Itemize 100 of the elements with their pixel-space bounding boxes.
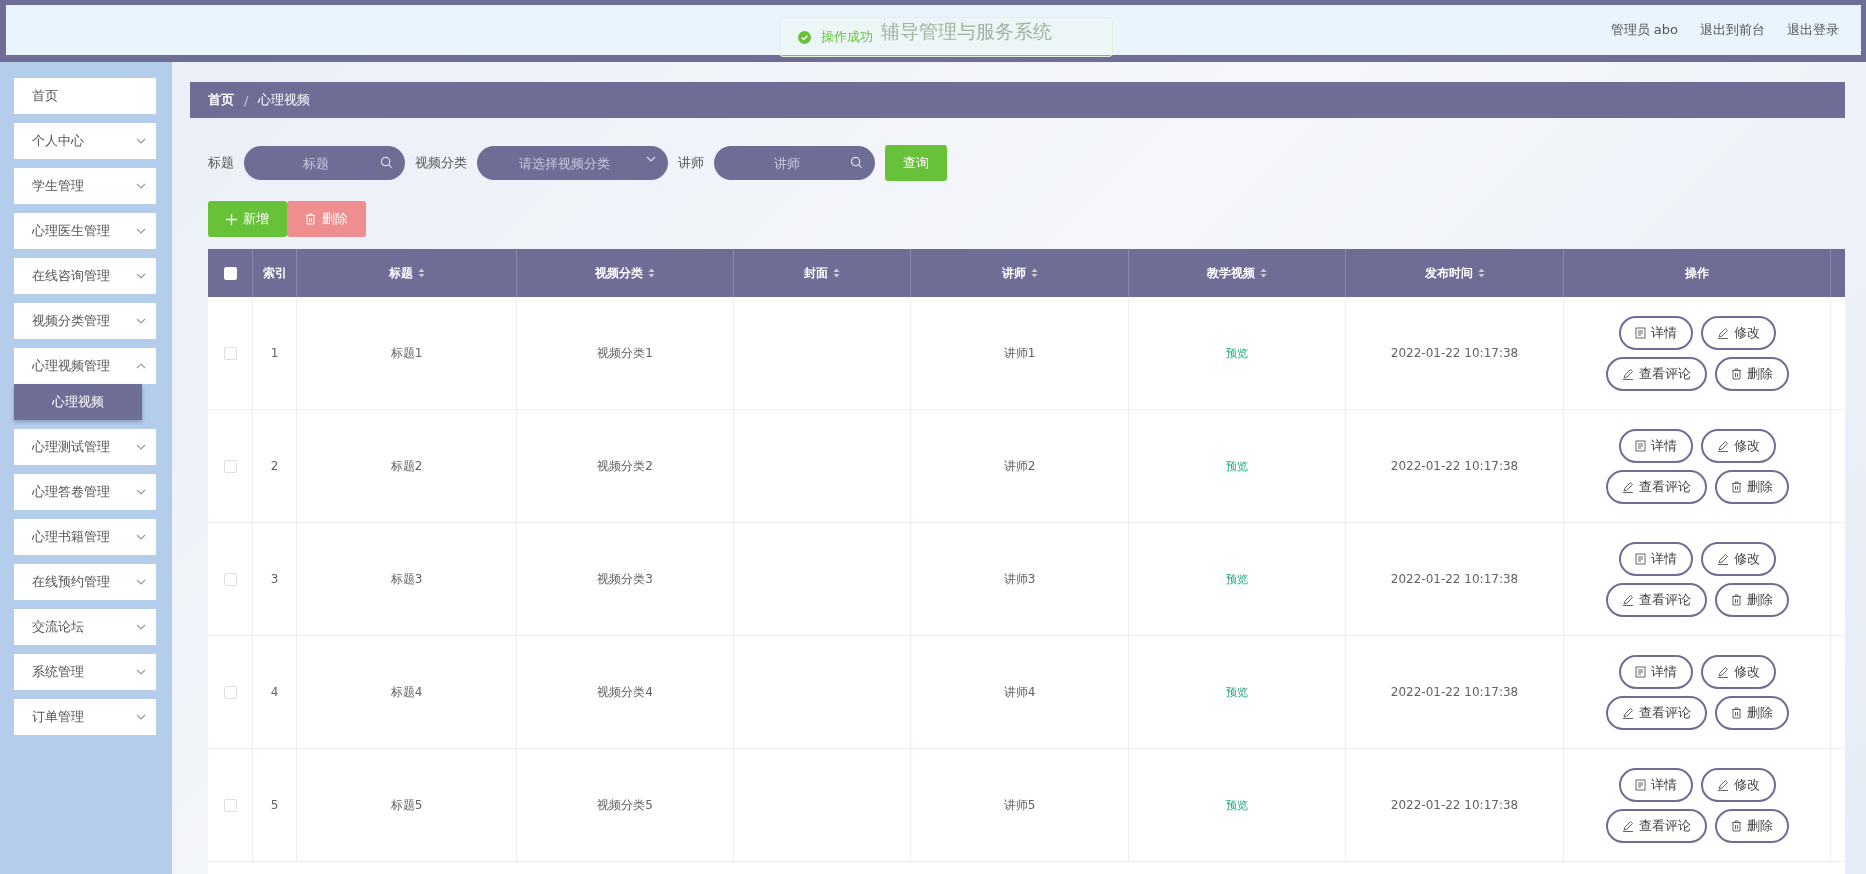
breadcrumb-separator: / (244, 92, 249, 108)
delete-button[interactable]: 删除 (1714, 356, 1789, 391)
header-link[interactable]: 退出到前台 (1700, 21, 1765, 39)
chevron-icon (136, 183, 146, 189)
table-cell: 讲师2 (911, 410, 1129, 522)
sidebar-item[interactable]: 系统管理 (14, 654, 156, 690)
detail-button[interactable]: 详情 (1618, 428, 1693, 463)
sortable-column-header[interactable]: 标题 (388, 264, 425, 282)
chevron-icon (136, 138, 146, 144)
comment-button[interactable]: 查看评论 (1605, 356, 1707, 391)
document-icon (1634, 665, 1646, 678)
table-cell: 视频分类4 (517, 636, 734, 748)
sortable-column-header[interactable]: 封面 (804, 264, 840, 282)
sidebar-item[interactable]: 学生管理 (14, 168, 156, 204)
check-circle-icon (798, 30, 811, 44)
table-cell: 视频分类3 (517, 523, 734, 635)
sidebar-item[interactable]: 视频分类管理 (14, 303, 156, 339)
select-all-checkbox[interactable] (223, 266, 237, 280)
sidebar-item[interactable]: 在线咨询管理 (14, 258, 156, 294)
chevron-icon (136, 318, 146, 324)
sidebar-item[interactable]: 交流论坛 (14, 609, 156, 645)
edit-button[interactable]: 修改 (1700, 428, 1776, 463)
chevron-icon (136, 363, 146, 369)
pencil-icon (1716, 778, 1729, 791)
trash-icon (1730, 706, 1742, 719)
sidebar-item[interactable]: 心理测试管理 (14, 429, 156, 465)
sidebar-item[interactable]: 心理医生管理 (14, 213, 156, 249)
chevron-icon (136, 489, 146, 495)
comment-button[interactable]: 查看评论 (1605, 469, 1707, 504)
sortable-column-header[interactable]: 讲师 (1001, 264, 1038, 282)
sort-icon[interactable] (648, 268, 655, 278)
delete-button[interactable]: 删除 (1714, 582, 1789, 617)
table-cell: 讲师1 (911, 297, 1129, 409)
edit-button[interactable]: 修改 (1700, 315, 1776, 350)
comment-button[interactable]: 查看评论 (1605, 695, 1707, 730)
sort-icon[interactable] (1260, 268, 1267, 278)
detail-button[interactable]: 详情 (1618, 654, 1693, 689)
sidebar-item[interactable]: 订单管理 (14, 699, 156, 735)
filter-label: 视频分类 (414, 154, 467, 172)
edit-button[interactable]: 修改 (1700, 541, 1776, 576)
search-icon (849, 156, 863, 169)
table-cell: 2 (253, 410, 297, 522)
sort-icon[interactable] (417, 268, 425, 278)
row-checkbox[interactable] (223, 572, 237, 586)
edit-button[interactable]: 修改 (1700, 767, 1776, 802)
row-checkbox[interactable] (223, 346, 237, 360)
delete-button[interactable]: 删除 (1714, 469, 1789, 504)
sidebar-item[interactable]: 个人中心 (14, 123, 156, 159)
table-cell: 标题3 (297, 523, 517, 635)
table-cell: 标题1 (297, 297, 517, 409)
trash-icon (1730, 480, 1742, 493)
delete-button[interactable]: 删除 (1714, 808, 1789, 843)
table-cell: 标题5 (297, 749, 517, 861)
search-field[interactable]: 标题 (244, 146, 405, 180)
edit-button[interactable]: 修改 (1700, 654, 1776, 689)
sort-icon[interactable] (833, 268, 840, 278)
filter-label: 讲师 (678, 154, 705, 172)
pencil-icon (1716, 439, 1729, 452)
detail-button[interactable]: 详情 (1618, 541, 1693, 576)
table-cell: 2022-01-22 10:17:38 (1346, 636, 1564, 748)
sidebar-subitem[interactable]: 心理视频 (14, 384, 142, 420)
sidebar-item[interactable]: 首页 (14, 78, 156, 114)
table-cell: 2022-01-22 10:17:38 (1346, 523, 1564, 635)
table-cell: 视频分类5 (517, 749, 734, 861)
row-checkbox[interactable] (223, 459, 237, 473)
trash-icon (1730, 367, 1742, 380)
comment-button[interactable]: 查看评论 (1605, 582, 1707, 617)
sort-icon[interactable] (1477, 268, 1485, 278)
search-icon (379, 156, 393, 169)
header-link[interactable]: 退出登录 (1787, 21, 1839, 39)
sortable-column-header[interactable]: 发布时间 (1424, 264, 1485, 282)
sidebar-item[interactable]: 心理视频管理 (14, 348, 156, 384)
table-cell: 2022-01-22 10:17:38 (1346, 749, 1564, 861)
chevron-icon (136, 534, 146, 540)
sidebar-item[interactable]: 在线预约管理 (14, 564, 156, 600)
detail-button[interactable]: 详情 (1618, 315, 1693, 350)
delete-button[interactable]: 删除 (1714, 695, 1789, 730)
document-icon (1634, 326, 1646, 339)
table-cell: 视频分类2 (517, 410, 734, 522)
detail-button[interactable]: 详情 (1618, 767, 1693, 802)
toast-message: 操作成功 (821, 28, 873, 46)
sortable-column-header[interactable]: 教学视频 (1207, 264, 1267, 282)
comment-button[interactable]: 查看评论 (1605, 808, 1707, 843)
chevron-icon (136, 714, 146, 720)
sidebar-item[interactable]: 心理答卷管理 (14, 474, 156, 510)
document-icon (1634, 778, 1646, 791)
pencil-icon (1621, 706, 1634, 719)
category-select[interactable]: 请选择视频分类 (476, 146, 669, 180)
pencil-icon (1621, 593, 1634, 606)
document-icon (1634, 439, 1646, 452)
search-field[interactable]: 讲师 (714, 146, 875, 180)
table-cell: 2022-01-22 10:17:38 (1346, 410, 1564, 522)
table-cell: 1 (253, 297, 297, 409)
sidebar-item[interactable]: 心理书籍管理 (14, 519, 156, 555)
row-checkbox[interactable] (223, 685, 237, 699)
sortable-column-header[interactable]: 视频分类 (595, 264, 655, 282)
sort-icon[interactable] (1030, 268, 1038, 278)
document-icon (1634, 552, 1646, 565)
row-checkbox[interactable] (223, 798, 237, 812)
breadcrumb-item[interactable]: 首页 (208, 91, 234, 109)
